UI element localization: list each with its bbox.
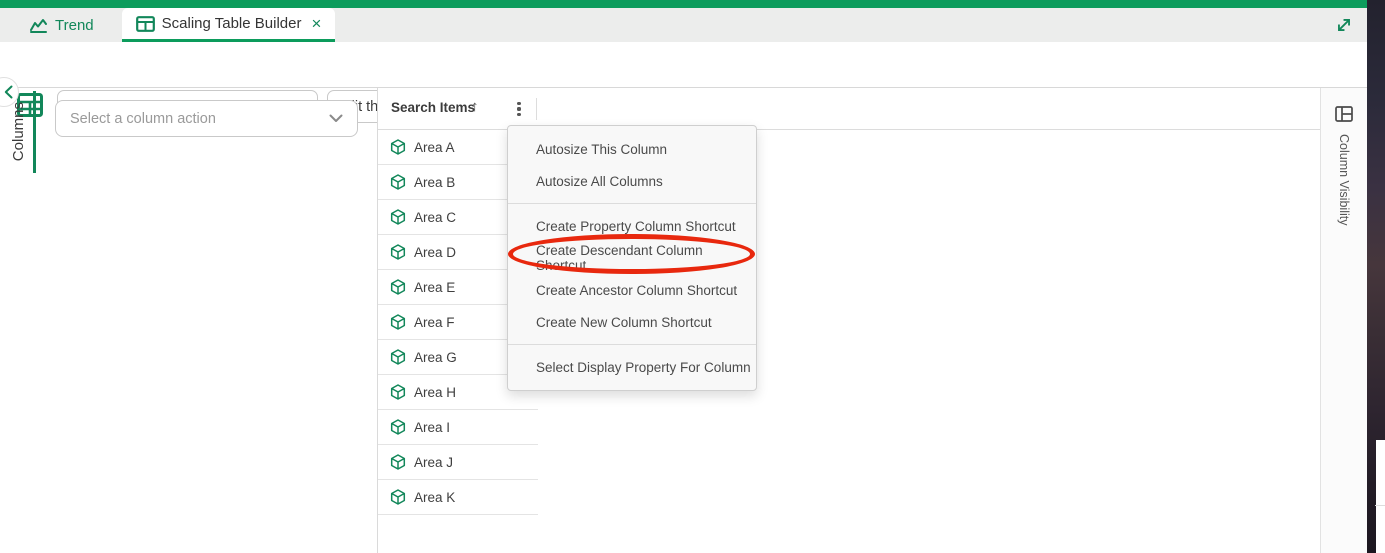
cube-icon [390, 384, 406, 400]
toolbar: Edit the search [0, 42, 1367, 88]
column-action-select[interactable]: Select a column action [55, 100, 358, 137]
column-visibility-panel-tab[interactable]: Column Visibility [1320, 88, 1367, 553]
row-label: Area J [414, 455, 453, 470]
column-visibility-label: Column Visibility [1337, 134, 1351, 225]
cube-icon [390, 139, 406, 155]
tab-trend[interactable]: Trend [16, 8, 108, 42]
tab-close-icon[interactable]: × [311, 15, 321, 32]
table-row[interactable]: Area I [378, 410, 538, 445]
cube-icon [390, 489, 406, 505]
menu-divider [508, 344, 756, 345]
tab-trend-label: Trend [55, 17, 94, 34]
cube-icon [390, 244, 406, 260]
background-window-line [1375, 505, 1385, 506]
cube-icon [390, 419, 406, 435]
background-window-strip-bottom [1376, 440, 1385, 553]
tab-scaling-table-builder[interactable]: Scaling Table Builder × [122, 8, 336, 42]
menu-item[interactable]: Autosize All Columns [508, 165, 756, 197]
row-label: Area K [414, 490, 455, 505]
menu-item[interactable]: Select Display Property For Column [508, 351, 756, 383]
row-label: Area B [414, 175, 455, 190]
menu-item[interactable]: Create New Column Shortcut [508, 306, 756, 338]
cube-icon [390, 209, 406, 225]
menu-item[interactable]: Create Descendant Column Shortcut [508, 242, 756, 274]
cube-icon [390, 314, 406, 330]
top-accent-strip [0, 0, 1367, 8]
row-label: Area D [414, 245, 456, 260]
cube-icon [390, 349, 406, 365]
chevron-down-icon [329, 114, 343, 123]
trend-chart-icon [30, 17, 48, 33]
row-label: Area C [414, 210, 456, 225]
menu-divider [508, 203, 756, 204]
tab-active-label: Scaling Table Builder [162, 15, 302, 32]
menu-item[interactable]: Autosize This Column [508, 133, 756, 165]
cube-icon [390, 279, 406, 295]
row-label: Area I [414, 420, 450, 435]
row-label: Area H [414, 385, 456, 400]
row-label: Area A [414, 140, 455, 155]
app-window: Trend Scaling Table Builder × Edit the s… [0, 0, 1385, 553]
table-row[interactable]: Area J [378, 445, 538, 480]
column-action-placeholder: Select a column action [70, 111, 216, 127]
menu-item[interactable]: Create Ancestor Column Shortcut [508, 274, 756, 306]
cube-icon [390, 454, 406, 470]
table-icon [136, 16, 155, 32]
row-label: Area E [414, 280, 455, 295]
row-label: Area F [414, 315, 455, 330]
columns-tab-accent [33, 91, 36, 173]
row-label: Area G [414, 350, 457, 365]
column-context-menu: Autosize This ColumnAutosize All Columns… [507, 125, 757, 391]
chevron-left-icon [4, 85, 13, 99]
cube-icon [390, 174, 406, 190]
table-row[interactable]: Area K [378, 480, 538, 515]
column-resize-divider[interactable] [536, 98, 537, 120]
tab-bar: Trend Scaling Table Builder × [0, 8, 1367, 42]
menu-item[interactable]: Create Property Column Shortcut [508, 210, 756, 242]
sort-ascending-icon[interactable]: ↑ [471, 98, 479, 115]
search-items-header[interactable]: Search Items [391, 100, 475, 115]
columns-tab-label: Columns [10, 102, 27, 161]
expand-icon[interactable] [1333, 13, 1357, 37]
column-menu-kebab-icon[interactable] [510, 97, 528, 121]
column-visibility-icon [1335, 106, 1353, 122]
table-header-row: Search Items ↑ [378, 88, 1320, 130]
